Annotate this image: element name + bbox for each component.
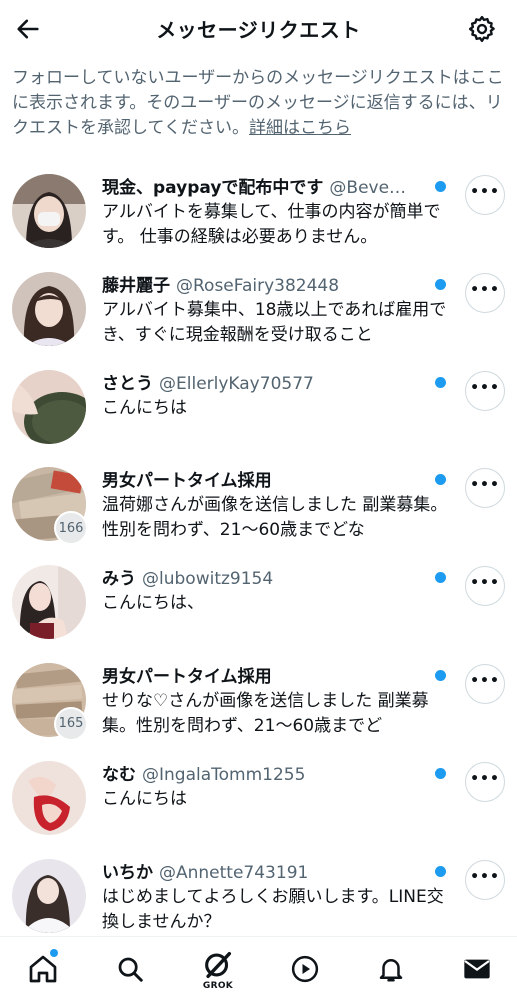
settings-button[interactable] — [465, 12, 499, 46]
tab-video[interactable] — [283, 947, 327, 991]
request-item[interactable]: 165 男女パートタイム採用 せりな♡さんが画像を送信しました 副業募集。性別を… — [0, 649, 517, 747]
sender-handle: @IngalaTomm1255 — [142, 764, 306, 785]
ellipsis-icon: ••• — [470, 281, 500, 298]
request-notice: フォローしていないユーザーからのメッセージリクエストはここに表示されます。そのユ… — [12, 66, 504, 141]
unread-dot — [435, 181, 446, 192]
request-item[interactable]: 藤井麗子 @RoseFairy382448 アルバイト募集中、18歳以上であれば雇… — [0, 258, 517, 356]
sender-handle: @Annette743191 — [159, 862, 309, 883]
unread-dot — [435, 767, 446, 779]
tab-search[interactable] — [108, 947, 152, 991]
request-item[interactable]: みう @lubowitz9154 こんにちは、 ••• — [0, 551, 517, 649]
more-options-button[interactable]: ••• — [465, 175, 505, 215]
sender-name: いちか — [102, 862, 153, 883]
ellipsis-icon: ••• — [470, 770, 500, 787]
request-item[interactable]: 166 男女パートタイム採用 温荷娜さんが画像を送信しました 副業募集。性別を問… — [0, 453, 517, 551]
tab-notifications[interactable] — [369, 947, 413, 991]
group-count-badge: 165 — [54, 706, 88, 741]
message-preview: こんにちは — [102, 397, 187, 418]
bell-icon — [379, 959, 403, 982]
sender-handle: @Beve… — [329, 178, 407, 198]
message-preview: はじめましてよろしくお願いします。LINE交換しませんか？ — [102, 886, 444, 932]
unread-dot — [435, 278, 446, 290]
unread-dot — [435, 865, 446, 877]
grok-label: GROK — [202, 981, 234, 991]
video-icon — [291, 955, 319, 983]
learn-more-link[interactable]: 詳細はこちら — [249, 118, 351, 138]
request-item[interactable]: さとう @EllerlyKay70577 こんにちは ••• — [0, 356, 517, 454]
more-options-button[interactable]: ••• — [465, 859, 505, 900]
more-options-button[interactable]: ••• — [465, 468, 505, 509]
avatar — [12, 858, 86, 933]
group-count-badge: 166 — [54, 511, 88, 546]
message-preview: こんにちは — [102, 788, 187, 809]
message-preview: アルバイト募集中、18歳以上であれば雇用でき、すぐに現金報酬を受け取ること — [102, 299, 447, 345]
sender-name: 藤井麗子 — [102, 275, 170, 296]
avatar — [12, 565, 86, 640]
sender-name: みう — [102, 569, 136, 590]
sender-name: なむ — [102, 764, 136, 785]
more-options-button[interactable]: ••• — [465, 663, 505, 704]
sender-name: さとう — [102, 373, 153, 394]
request-item[interactable]: 現金、paypayで配布中です @Beve… アルバイトを募集して、仕事の内容が簡… — [0, 160, 517, 258]
unread-dot — [435, 669, 446, 681]
sender-handle: @RoseFairy382448 — [176, 275, 340, 296]
avatar — [12, 369, 86, 444]
bottom-tab-bar: GROK — [0, 936, 517, 999]
sender-name: 男女パートタイム採用 — [102, 666, 272, 687]
home-icon — [29, 955, 57, 983]
ellipsis-icon: ••• — [470, 477, 500, 494]
tab-home[interactable] — [21, 947, 65, 991]
message-preview: こんにちは、 — [102, 593, 204, 614]
message-preview: アルバイトを募集して、仕事の内容が簡単です。 仕事の経験は必要ありません。 — [102, 202, 441, 247]
mail-icon — [464, 959, 490, 979]
sender-name: 現金、paypayで配布中です — [102, 178, 324, 198]
ellipsis-icon: ••• — [470, 184, 500, 200]
ellipsis-icon: ••• — [470, 672, 500, 689]
sender-handle: @lubowitz9154 — [142, 569, 274, 590]
request-item[interactable]: なむ @IngalaTomm1255 こんにちは ••• — [0, 747, 517, 845]
ellipsis-icon: ••• — [470, 379, 500, 396]
ellipsis-icon: ••• — [470, 868, 500, 885]
unread-dot — [435, 376, 446, 388]
search-icon — [118, 957, 143, 982]
request-item[interactable]: いちか @Annette743191 はじめましてよろしくお願いします。LINE交… — [0, 845, 517, 943]
top-bar: メッセージリクエスト — [0, 0, 517, 58]
more-options-button[interactable]: ••• — [465, 272, 505, 313]
sender-name: 男女パートタイム採用 — [102, 471, 272, 492]
message-preview: せりな♡さんが画像を送信しました 副業募集。性別を問わず、21～60歳までど — [102, 690, 429, 736]
more-options-button[interactable]: ••• — [465, 761, 505, 802]
avatar — [12, 174, 86, 248]
gear-icon — [468, 15, 495, 43]
sender-handle: @EllerlyKay70577 — [159, 373, 314, 394]
ellipsis-icon: ••• — [470, 575, 500, 592]
avatar — [12, 760, 86, 835]
page-title: メッセージリクエスト — [156, 18, 361, 42]
tab-messages[interactable] — [455, 947, 499, 991]
avatar — [12, 271, 86, 346]
grok-icon — [205, 951, 232, 979]
more-options-button[interactable]: ••• — [465, 370, 505, 411]
message-preview: 温荷娜さんが画像を送信しました 副業募集。性別を問わず、21～60歳までどな — [102, 495, 448, 541]
home-notification-dot — [50, 949, 58, 957]
more-options-button[interactable]: ••• — [465, 566, 505, 607]
request-list: 現金、paypayで配布中です @Beve… アルバイトを募集して、仕事の内容が簡… — [0, 160, 517, 942]
